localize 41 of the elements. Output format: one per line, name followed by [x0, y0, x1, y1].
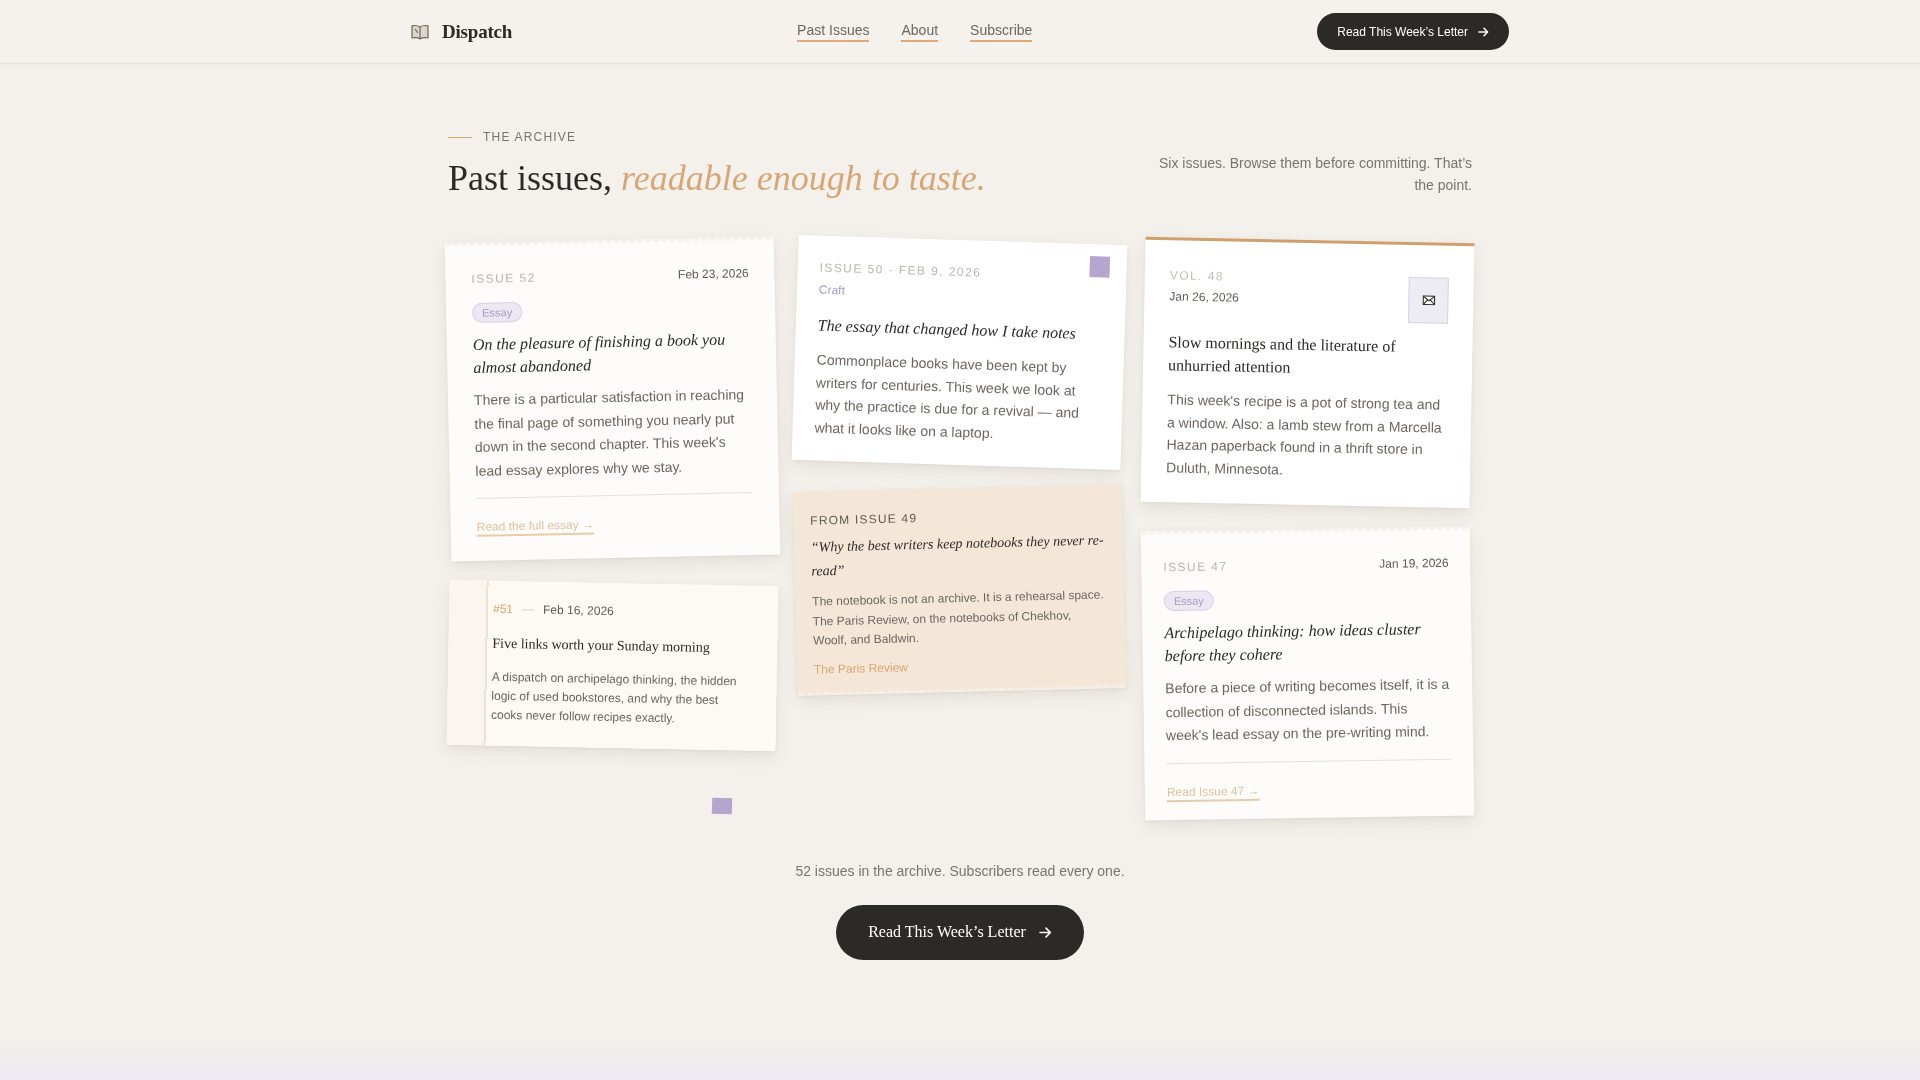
card-title: Five links worth your Sunday morning [492, 634, 711, 657]
nav-link[interactable]: About [901, 21, 939, 42]
issue-number: #51 [492, 601, 514, 618]
archive-note: 52 issues in the archive. Subscribers read every one. [795, 861, 1125, 880]
issue-label: ISSUE 47 [1162, 559, 1228, 576]
card-title: Slow mornings and the literature of unhurried attention [1167, 332, 1397, 378]
card-title: On the pleasure of finishing a book you almost abandoned [472, 329, 727, 378]
card-excerpt: There is a particular satisfaction in reaching the final page of something you nearly put down in the second chapter. This week's lead essay explores why we stay. [473, 385, 746, 481]
section-eyebrow: THE ARCHIVE [483, 130, 577, 144]
pull-quote: “Why the best writers keep notebooks they never re-read” [810, 531, 1105, 581]
header-cta-button[interactable]: Read This Week’s Letter [1317, 13, 1509, 50]
card-title: Archipelago thinking: how ideas cluster before they cohere [1163, 619, 1422, 667]
square-mark-icon [711, 797, 733, 815]
category-tag: Essay [1163, 590, 1214, 612]
issue-date: Jan 19, 2026 [1378, 555, 1449, 572]
section-summary: Six issues. Browse them before committing. That’s the point. [1157, 154, 1472, 195]
card-excerpt: The notebook is not an archive. It is a rehearsal space. The Paris Review, on the notebooks of Chekhov, Woolf, and Baldwin. [812, 586, 1106, 650]
arrow-right-icon [1038, 926, 1052, 938]
card-excerpt: This week's recipe is a pot of strong tea and a window. Also: a lamb stew from a Marcella Hazan paperback found in a thrift store in Duluth, Minnesota. [1165, 390, 1443, 480]
page-title: Past issues, readable enough to taste. [448, 157, 986, 200]
issue-date: Feb 16, 2026 [542, 602, 614, 619]
issue-label: FROM ISSUE 49 [810, 510, 919, 529]
issue-date: Feb 23, 2026 [677, 266, 749, 283]
arrow-right-icon [1478, 26, 1489, 37]
card-excerpt: Commonplace books have been kept by writers for centuries. This week we look at why the practice is due for a revival — and what it looks like on a laptop. [814, 350, 1081, 443]
category-label: Craft [819, 282, 847, 300]
envelope-icon [1407, 276, 1449, 324]
brand-name[interactable]: Dispatch [442, 20, 513, 43]
issue-date: Jan 26, 2026 [1168, 289, 1239, 306]
category-tag: Essay [471, 301, 523, 323]
read-letter-button[interactable]: Read This Week’s Letter [836, 904, 1084, 960]
volume-label: VOL. 48 [1169, 268, 1225, 285]
issue-meta: ISSUE 50 · FEB 9, 2026 [819, 260, 982, 281]
card-excerpt: A dispatch on archipelago thinking, the hidden logic of used bookstores, and why the best cooks never follow recipes exactly. [490, 668, 738, 728]
issue-label: ISSUE 52 [471, 270, 536, 287]
square-mark-icon [1090, 256, 1111, 278]
card-title: The essay that changed how I take notes [817, 315, 1078, 344]
nav-link[interactable]: Past Issues [797, 21, 870, 42]
nav-link[interactable]: Subscribe [970, 21, 1033, 42]
card-excerpt: Before a piece of writing becomes itself, it is a collection of disconnected islands. This week's lead essay on the pre-writing mind. [1164, 674, 1451, 746]
book-icon [411, 23, 429, 40]
